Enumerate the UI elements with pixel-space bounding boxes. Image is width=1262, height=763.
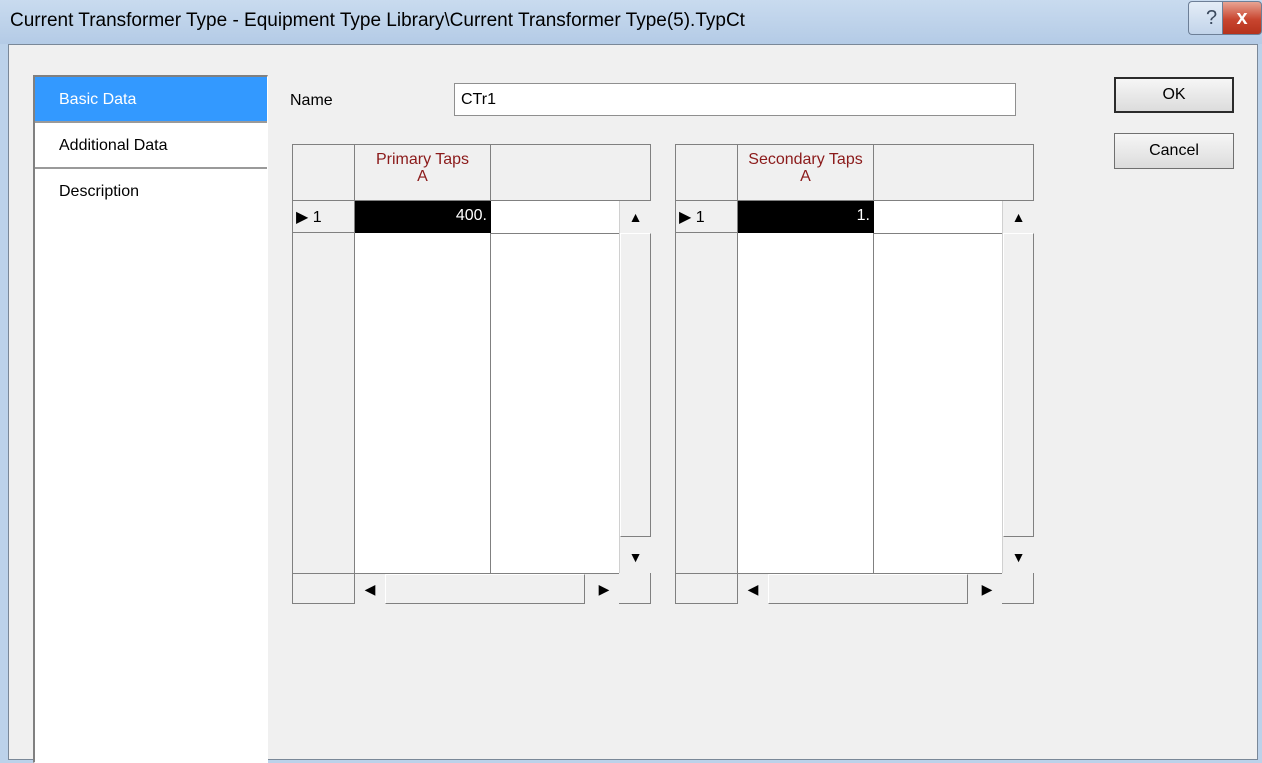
page-navigation-list: Basic Data Additional Data Description bbox=[33, 75, 268, 763]
scroll-up-icon[interactable]: ▲ bbox=[620, 201, 651, 233]
scroll-down-icon[interactable]: ▼ bbox=[1003, 541, 1034, 573]
scroll-thumb[interactable] bbox=[768, 574, 968, 604]
secondary-taps-column-header[interactable]: Secondary Taps A bbox=[738, 145, 874, 201]
name-label: Name bbox=[290, 92, 333, 109]
scroll-right-icon[interactable]: ▶ bbox=[589, 574, 619, 604]
row-header-column bbox=[293, 201, 355, 573]
column-header-title: Primary Taps bbox=[375, 151, 470, 168]
vertical-scrollbar[interactable]: ▲ ▼ bbox=[619, 201, 651, 573]
window-title: Current Transformer Type - Equipment Typ… bbox=[10, 10, 745, 31]
column-header-unit: A bbox=[800, 168, 811, 185]
row-number: 1 bbox=[695, 209, 705, 226]
grid-bottom-corner bbox=[676, 573, 738, 604]
scroll-left-icon[interactable]: ◀ bbox=[355, 574, 385, 604]
nav-item-additional-data[interactable]: Additional Data bbox=[35, 123, 267, 169]
scroll-up-icon[interactable]: ▲ bbox=[1003, 201, 1034, 233]
cancel-button[interactable]: Cancel bbox=[1114, 133, 1234, 169]
dialog-window: Current Transformer Type - Equipment Typ… bbox=[0, 0, 1262, 763]
scroll-down-icon[interactable]: ▼ bbox=[620, 541, 651, 573]
secondary-taps-column[interactable] bbox=[738, 201, 874, 573]
close-icon: x bbox=[1236, 6, 1248, 29]
ok-button[interactable]: OK bbox=[1114, 77, 1234, 113]
grid-corner bbox=[293, 145, 355, 201]
empty-column bbox=[874, 201, 1002, 573]
row-header-column bbox=[676, 201, 738, 573]
close-button[interactable]: x bbox=[1222, 1, 1262, 35]
title-bar[interactable]: Current Transformer Type - Equipment Typ… bbox=[0, 0, 1262, 44]
horizontal-scrollbar[interactable]: ◀ ▶ bbox=[738, 573, 1002, 604]
vertical-scrollbar[interactable]: ▲ ▼ bbox=[1002, 201, 1034, 573]
primary-taps-column-header[interactable]: Primary Taps A bbox=[355, 145, 491, 201]
grid-corner bbox=[676, 145, 738, 201]
grid-bottom-corner bbox=[293, 573, 355, 604]
scroll-thumb[interactable] bbox=[385, 574, 585, 604]
primary-taps-grid: Primary Taps A ▶ 1 400. ▲ ▼ ◀ ▶ bbox=[292, 144, 651, 604]
row-header[interactable]: ▶ 1 bbox=[676, 201, 738, 233]
empty-column bbox=[491, 201, 619, 573]
empty-column-header bbox=[874, 145, 1034, 201]
row-divider bbox=[491, 233, 619, 234]
scroll-thumb[interactable] bbox=[620, 233, 651, 537]
primary-tap-cell[interactable]: 400. bbox=[355, 201, 491, 233]
nav-item-basic-data[interactable]: Basic Data bbox=[35, 77, 267, 123]
primary-taps-column[interactable] bbox=[355, 201, 491, 573]
nav-item-description[interactable]: Description bbox=[35, 169, 267, 215]
secondary-taps-grid: Secondary Taps A ▶ 1 1. ▲ ▼ ◀ ▶ bbox=[675, 144, 1034, 604]
empty-column-header bbox=[491, 145, 651, 201]
scroll-right-icon[interactable]: ▶ bbox=[972, 574, 1002, 604]
horizontal-scrollbar[interactable]: ◀ ▶ bbox=[355, 573, 619, 604]
row-pointer-icon: ▶ bbox=[296, 209, 309, 226]
row-number: 1 bbox=[312, 209, 322, 226]
scroll-thumb[interactable] bbox=[1003, 233, 1034, 537]
name-input[interactable] bbox=[454, 83, 1016, 116]
row-divider bbox=[874, 233, 1002, 234]
help-icon: ? bbox=[1205, 6, 1218, 29]
row-pointer-icon: ▶ bbox=[679, 209, 692, 226]
secondary-tap-cell[interactable]: 1. bbox=[738, 201, 874, 233]
scroll-left-icon[interactable]: ◀ bbox=[738, 574, 768, 604]
column-header-title: Secondary Taps bbox=[748, 151, 863, 168]
row-header[interactable]: ▶ 1 bbox=[293, 201, 355, 233]
dialog-client-area: Basic Data Additional Data Description N… bbox=[8, 44, 1258, 763]
column-header-unit: A bbox=[417, 168, 428, 185]
